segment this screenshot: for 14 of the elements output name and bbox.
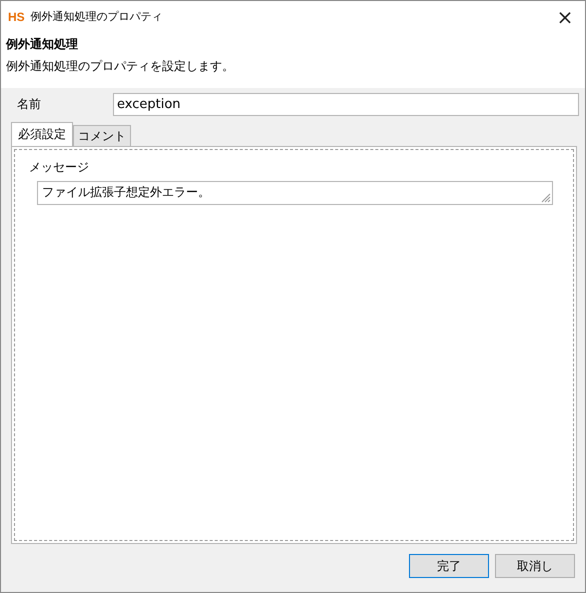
window-title: 例外通知処理のプロパティ	[30, 9, 164, 24]
name-field[interactable]: exception	[113, 92, 579, 116]
resize-grip-icon[interactable]	[539, 191, 551, 203]
cancel-button[interactable]: 取消し	[495, 554, 575, 578]
close-button[interactable]: ×	[545, 2, 585, 32]
header-description: 例外通知処理のプロパティを設定します。	[6, 58, 235, 75]
message-field[interactable]: ファイル拡張子想定外エラー。	[37, 181, 553, 205]
tab[interactable]: コメント	[73, 125, 131, 146]
tab[interactable]: 必須設定	[11, 122, 73, 146]
header-title: 例外通知処理	[6, 36, 79, 53]
name-label: 名前	[16, 96, 42, 112]
app-logo: HS	[8, 10, 25, 24]
finish-button[interactable]: 完了	[409, 554, 489, 578]
message-label: メッセージ	[29, 159, 89, 176]
